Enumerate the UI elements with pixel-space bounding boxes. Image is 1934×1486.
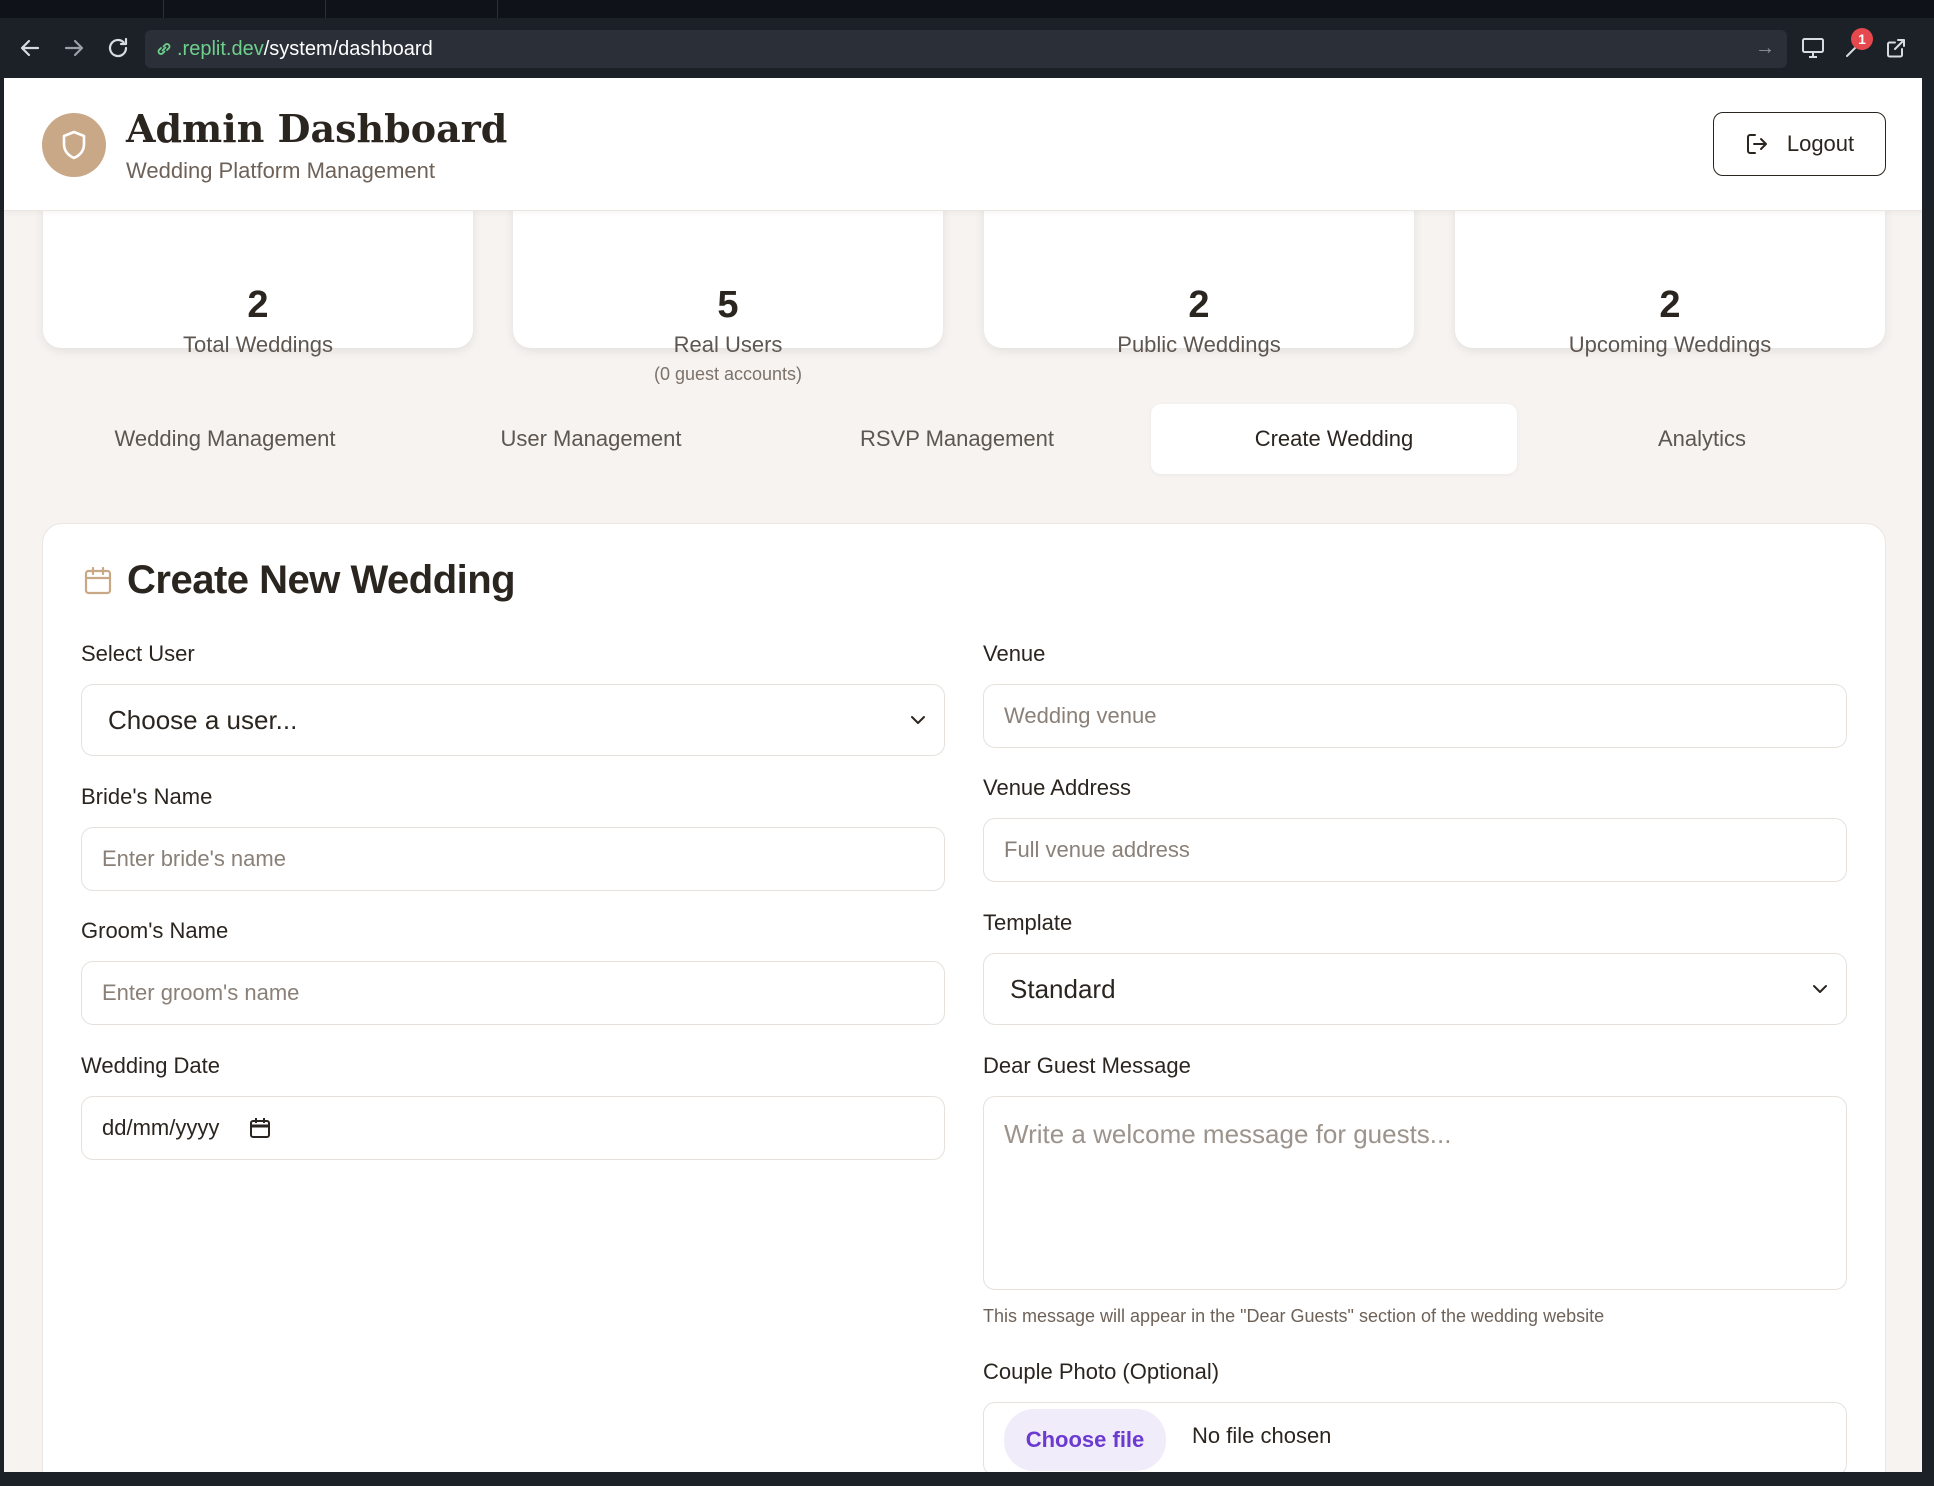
tab-user-management[interactable]: User Management bbox=[408, 404, 774, 474]
dear-guest-message-placeholder: Write a welcome message for guests... bbox=[1004, 1119, 1452, 1149]
tab-create-wedding[interactable]: Create Wedding bbox=[1151, 404, 1517, 474]
dear-guest-message-textarea[interactable]: Write a welcome message for guests... bbox=[983, 1096, 1847, 1290]
calendar-picker-icon[interactable] bbox=[249, 1117, 271, 1139]
groom-name-input[interactable]: Enter groom's name bbox=[81, 961, 945, 1025]
back-icon[interactable] bbox=[14, 32, 46, 64]
stat-label: Real Users bbox=[673, 332, 783, 357]
select-user-label: Select User bbox=[81, 641, 195, 666]
template-value: Standard bbox=[1010, 973, 1116, 1004]
browser-tab-strip bbox=[0, 0, 1934, 18]
groom-name-placeholder: Enter groom's name bbox=[102, 980, 300, 1005]
page-title: Admin Dashboard bbox=[126, 106, 508, 151]
bride-name-input[interactable]: Enter bride's name bbox=[81, 827, 945, 891]
venue-address-input[interactable]: Full venue address bbox=[983, 818, 1847, 882]
wedding-date-input[interactable]: dd/mm/yyyy bbox=[81, 1096, 945, 1160]
notification-badge: 1 bbox=[1851, 28, 1873, 50]
browser-toolbar: .replit.dev/system/dashboard → 1 bbox=[0, 18, 1934, 78]
create-wedding-form: Create New Wedding Select User Choose a … bbox=[42, 523, 1886, 1472]
bride-name-placeholder: Enter bride's name bbox=[102, 846, 286, 871]
shield-icon bbox=[42, 113, 106, 177]
dashboard-tabs: Wedding Management User Management RSVP … bbox=[42, 404, 1886, 478]
stat-value: 2 bbox=[1659, 284, 1681, 326]
logout-label: Logout bbox=[1786, 131, 1855, 156]
dear-guest-message-help: This message will appear in the "Dear Gu… bbox=[983, 1306, 1605, 1326]
calendar-icon bbox=[83, 566, 113, 601]
venue-address-placeholder: Full venue address bbox=[1004, 837, 1190, 862]
logout-button[interactable]: Logout bbox=[1713, 112, 1886, 176]
open-external-icon[interactable] bbox=[1880, 32, 1912, 64]
stat-card-public-weddings: 2 Public Weddings bbox=[984, 188, 1414, 357]
file-status-text: No file chosen bbox=[1192, 1423, 1332, 1448]
form-title: Create New Wedding bbox=[127, 558, 516, 602]
page-subtitle: Wedding Platform Management bbox=[126, 158, 435, 183]
venue-label: Venue bbox=[983, 641, 1046, 666]
reload-icon[interactable] bbox=[102, 32, 134, 64]
wedding-date-label: Wedding Date bbox=[81, 1053, 221, 1078]
browser-tab[interactable] bbox=[0, 0, 164, 18]
couple-photo-label: Couple Photo (Optional) bbox=[983, 1359, 1220, 1384]
browser-tab[interactable] bbox=[164, 0, 326, 18]
stat-card-upcoming-weddings: 2 Upcoming Weddings bbox=[1455, 188, 1885, 357]
stat-sublabel: (0 guest accounts) bbox=[653, 364, 803, 384]
forward-icon[interactable] bbox=[58, 32, 90, 64]
tools-icon[interactable]: 1 bbox=[1839, 28, 1873, 64]
tab-rsvp-management[interactable]: RSVP Management bbox=[774, 404, 1140, 474]
stat-card-real-users: 5 Real Users (0 guest accounts) bbox=[513, 188, 943, 384]
stat-value: 2 bbox=[247, 284, 269, 326]
page-viewport: 2 Total Weddings 5 Real Users (0 guest a… bbox=[4, 78, 1922, 1472]
venue-placeholder: Wedding venue bbox=[1004, 703, 1157, 728]
select-user-value: Choose a user... bbox=[108, 704, 298, 735]
app-header: Admin Dashboard Wedding Platform Managem… bbox=[4, 78, 1922, 211]
go-arrow-icon[interactable]: → bbox=[1755, 37, 1775, 60]
groom-name-label: Groom's Name bbox=[81, 918, 229, 943]
chevron-down-icon bbox=[911, 716, 925, 724]
stat-label: Public Weddings bbox=[1117, 332, 1281, 357]
dear-guest-message-label: Dear Guest Message bbox=[983, 1053, 1191, 1078]
stat-value: 5 bbox=[717, 284, 739, 326]
address-bar[interactable]: .replit.dev/system/dashboard → bbox=[145, 30, 1787, 68]
venue-input[interactable]: Wedding venue bbox=[983, 684, 1847, 748]
tab-wedding-management[interactable]: Wedding Management bbox=[42, 404, 408, 474]
template-dropdown[interactable]: Standard bbox=[983, 953, 1847, 1025]
tab-analytics[interactable]: Analytics bbox=[1519, 404, 1885, 474]
stat-label: Total Weddings bbox=[182, 332, 333, 357]
choose-file-button[interactable]: Choose file bbox=[1004, 1409, 1166, 1471]
url-host: .replit.dev bbox=[177, 37, 264, 60]
url-path: /system/dashboard bbox=[263, 37, 433, 60]
browser-tab[interactable] bbox=[326, 0, 498, 18]
select-user-dropdown[interactable]: Choose a user... bbox=[81, 684, 945, 756]
chevron-down-icon bbox=[1813, 985, 1827, 993]
stat-label: Upcoming Weddings bbox=[1568, 332, 1772, 357]
logout-icon bbox=[1746, 134, 1767, 154]
devices-icon[interactable] bbox=[1797, 32, 1829, 64]
link-icon bbox=[157, 43, 171, 55]
stat-card-total-weddings: 2 Total Weddings bbox=[43, 188, 473, 357]
couple-photo-file-input[interactable]: Choose file No file chosen bbox=[983, 1402, 1847, 1472]
wedding-date-placeholder: dd/mm/yyyy bbox=[102, 1115, 220, 1140]
template-label: Template bbox=[983, 910, 1073, 935]
stat-value: 2 bbox=[1188, 284, 1210, 326]
bride-name-label: Bride's Name bbox=[81, 784, 213, 809]
venue-address-label: Venue Address bbox=[983, 775, 1132, 800]
